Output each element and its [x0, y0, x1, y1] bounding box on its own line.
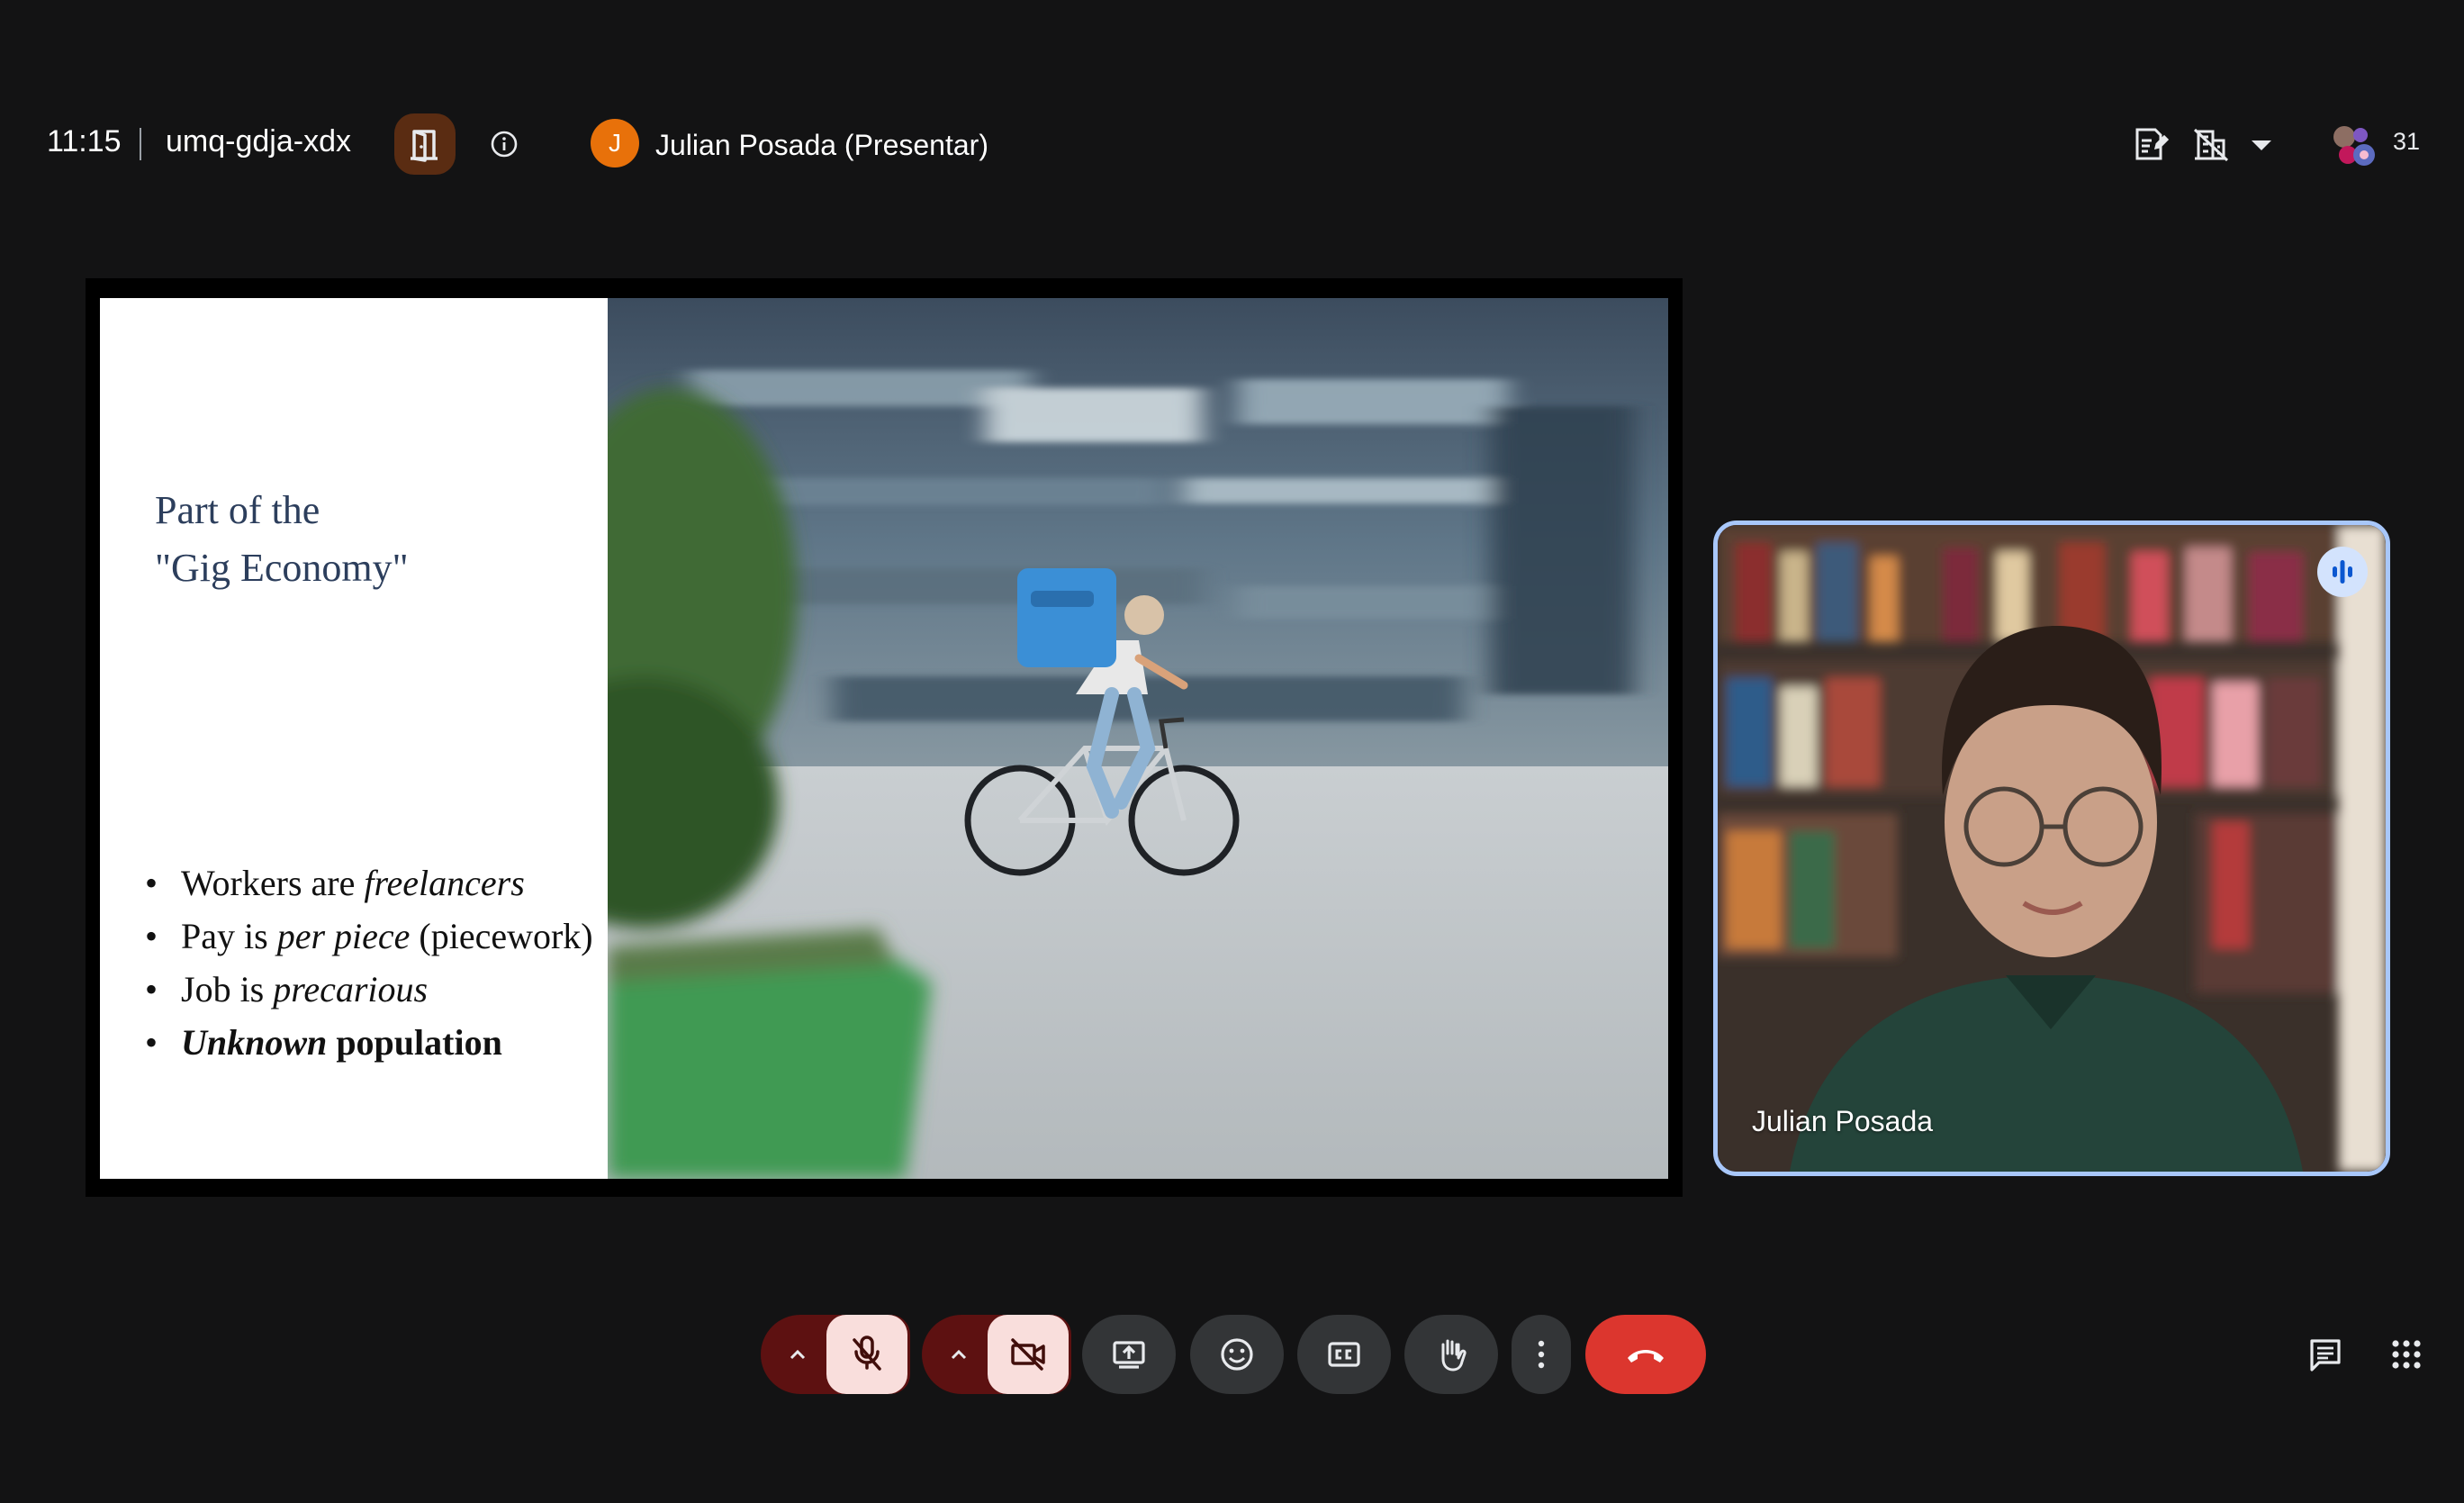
participant-count: 31	[2393, 128, 2421, 155]
divider	[140, 128, 141, 160]
participants-avatars-icon	[2333, 126, 2375, 166]
notes-button[interactable]	[2125, 119, 2175, 169]
camera-toggle-button[interactable]	[988, 1315, 1069, 1394]
mic-off-icon	[853, 1335, 881, 1371]
companion-mode-button[interactable]	[2186, 119, 2236, 169]
slide-text-panel: Part of the "Gig Economy" Workers are fr…	[100, 298, 608, 1179]
video-options-button[interactable]	[925, 1315, 993, 1394]
chat-icon	[2310, 1339, 2341, 1372]
info-icon	[491, 131, 518, 158]
more-options-button[interactable]	[1512, 1315, 1571, 1394]
chevron-down-icon	[2252, 140, 2271, 150]
slide-title: Part of the "Gig Economy"	[155, 482, 409, 597]
audio-options-button[interactable]	[763, 1315, 832, 1394]
speaking-indicator	[2317, 547, 2368, 597]
meeting-info-button[interactable]	[481, 121, 528, 168]
present-screen-icon	[1113, 1341, 1145, 1369]
camera-off-icon	[1011, 1338, 1045, 1371]
bullet-item: Workers are freelancers	[145, 856, 593, 910]
top-bar: 11:15 umq-gdja-xdx J Julian Posada (Pres…	[0, 106, 2464, 182]
meeting-code[interactable]: umq-gdja-xdx	[166, 124, 351, 159]
captions-button[interactable]	[1297, 1315, 1391, 1394]
presenter-avatar: J	[591, 119, 639, 168]
presenter-name: Julian Posada (Presentar)	[655, 129, 988, 161]
raise-hand-icon	[1441, 1339, 1467, 1372]
participant-name: Julian Posada	[1752, 1105, 1934, 1137]
raise-hand-button[interactable]	[1404, 1315, 1498, 1394]
call-end-icon	[1628, 1350, 1664, 1363]
captions-icon	[1328, 1342, 1360, 1367]
chevron-up-icon	[790, 1349, 806, 1360]
slide-title-line-2: "Gig Economy"	[155, 546, 409, 590]
apps-grid-icon	[2392, 1340, 2421, 1369]
bullet-item: Pay is per piece (piecework)	[145, 910, 593, 963]
microphone-toggle-button[interactable]	[826, 1315, 907, 1394]
building-off-icon	[2193, 128, 2229, 162]
reactions-button[interactable]	[1190, 1315, 1284, 1394]
dropdown-button[interactable]	[2240, 119, 2283, 169]
slide-bullet-list: Workers are freelancers Pay is per piece…	[145, 856, 593, 1069]
slide: Part of the "Gig Economy" Workers are fr…	[100, 298, 1668, 1179]
chat-button[interactable]	[2300, 1329, 2351, 1380]
more-vert-icon	[1538, 1340, 1545, 1369]
bullet-item: Unknown population	[145, 1016, 593, 1069]
meeting-time: 11:15	[47, 124, 122, 158]
leave-call-button[interactable]	[1585, 1315, 1706, 1394]
presentation-stage: Part of the "Gig Economy" Workers are fr…	[86, 278, 1683, 1197]
notes-icon	[2135, 128, 2170, 160]
room-button[interactable]	[394, 113, 456, 175]
emoji-icon	[1221, 1338, 1253, 1371]
people-button[interactable]	[2324, 119, 2387, 169]
chevron-up-icon	[951, 1349, 967, 1360]
door-icon	[411, 130, 438, 162]
participant-video	[1718, 525, 2386, 1172]
present-button[interactable]	[1082, 1315, 1176, 1394]
activities-button[interactable]	[2381, 1329, 2432, 1380]
audio-level-icon	[2333, 560, 2352, 584]
cyclist-photo	[608, 298, 1668, 1179]
slide-title-line-1: Part of the	[155, 488, 320, 532]
bullet-item: Job is precarious	[145, 963, 593, 1016]
participant-tile[interactable]: Julian Posada	[1713, 521, 2390, 1176]
